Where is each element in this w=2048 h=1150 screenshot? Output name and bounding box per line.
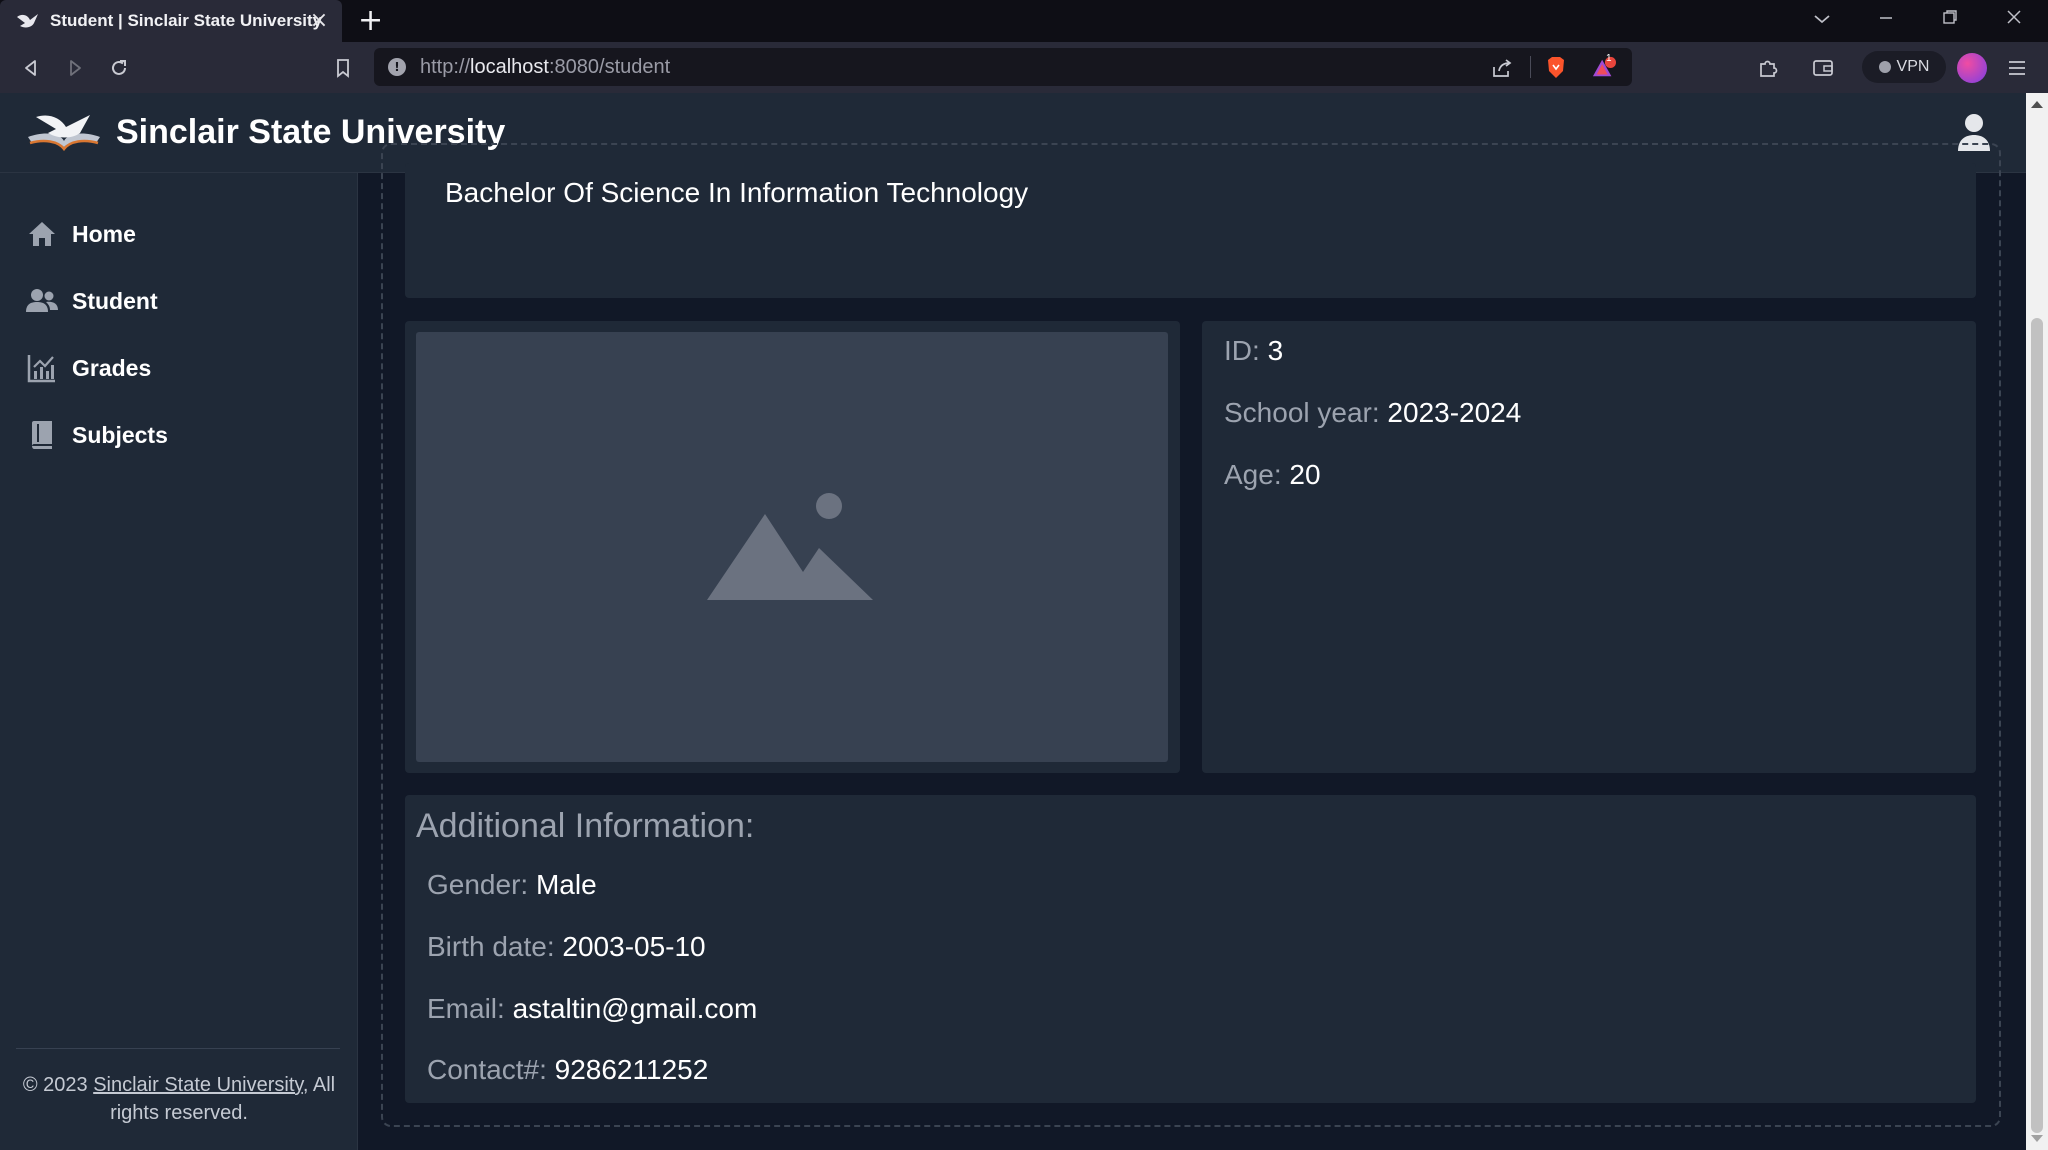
sidebar: Home Student Grades Subjects © 2023 Sinc… — [0, 173, 358, 1150]
rewards-icon[interactable]: 1 — [1592, 53, 1616, 80]
chart-icon — [26, 352, 58, 384]
bookmark-icon[interactable] — [328, 53, 358, 83]
book-icon — [26, 419, 58, 451]
tab-list-chevron-icon[interactable] — [1802, 6, 1842, 30]
student-gender: Gender: Male — [427, 869, 597, 900]
photo-card — [405, 321, 1180, 773]
profile-avatar[interactable] — [1957, 53, 1987, 83]
minimize-icon[interactable] — [1866, 6, 1906, 30]
vpn-status-icon — [1878, 61, 1891, 73]
rewards-badge: 1 — [1606, 53, 1612, 64]
student-age: Age: 20 — [1224, 459, 1321, 490]
reload-icon[interactable] — [104, 53, 134, 83]
footer-copyright: © 2023 — [22, 1074, 94, 1096]
browser-toolbar: ! http://localhost:8080/student 1 VPN — [0, 42, 2048, 93]
university-logo-icon[interactable] — [26, 107, 102, 155]
sidebar-item-subjects[interactable]: Subjects — [26, 413, 326, 457]
home-icon — [26, 218, 58, 250]
tab-close-icon[interactable]: × — [306, 8, 332, 34]
footer-university-link[interactable]: Sinclair State University — [93, 1074, 303, 1096]
image-placeholder-icon — [707, 493, 873, 600]
sidebar-item-home[interactable]: Home — [26, 212, 326, 256]
scroll-down-icon[interactable] — [2031, 1135, 2043, 1142]
vpn-label: VPN — [1896, 58, 1930, 75]
menu-icon[interactable] — [2002, 53, 2032, 83]
student-id: ID: 3 — [1224, 335, 1284, 366]
address-divider — [1530, 56, 1531, 78]
sidebar-item-student[interactable]: Student — [26, 279, 326, 323]
page-scrollbar[interactable] — [2026, 93, 2048, 1150]
browser-tab-active[interactable]: Student | Sinclair State University × — [0, 0, 342, 42]
address-bar[interactable]: ! http://localhost:8080/student 1 — [374, 48, 1632, 86]
share-icon[interactable] — [1490, 56, 1514, 80]
sidebar-footer: © 2023 Sinclair State University, All ri… — [16, 1071, 342, 1127]
back-icon[interactable] — [16, 53, 46, 83]
student-birth-date: Birth date: 2003-05-10 — [427, 931, 706, 962]
student-school-year: School year: 2023-2024 — [1224, 397, 1522, 428]
student-email: Email: astaltin@gmail.com — [427, 993, 758, 1024]
scroll-up-icon[interactable] — [2031, 101, 2043, 108]
university-bird-icon — [16, 10, 40, 32]
extensions-icon[interactable] — [1753, 53, 1783, 83]
additional-info-card: Additional Information: Gender: Male Bir… — [405, 795, 1976, 1103]
program-name: Bachelor Of Science In Information Techn… — [445, 177, 1029, 208]
brave-shield-icon[interactable] — [1544, 56, 1568, 80]
sidebar-item-grades[interactable]: Grades — [26, 346, 326, 390]
vpn-button[interactable]: VPN — [1862, 51, 1946, 83]
sidebar-item-label: Home — [72, 220, 136, 247]
student-info-card: ID: 3 School year: 2023-2024 Age: 20 — [1202, 321, 1976, 773]
wallet-icon[interactable] — [1808, 53, 1838, 83]
student-contact: Contact#: 9286211252 — [427, 1054, 709, 1085]
program-card: Bachelor Of Science In Information Techn… — [405, 163, 1976, 298]
restore-icon[interactable] — [1930, 6, 1970, 30]
sidebar-item-label: Subjects — [72, 421, 168, 448]
student-photo-placeholder — [416, 332, 1168, 762]
browser-tab-strip: Student | Sinclair State University × + — [0, 0, 2048, 42]
scroll-thumb[interactable] — [2031, 318, 2043, 1133]
site-info-icon[interactable]: ! — [388, 58, 406, 76]
sidebar-item-label: Student — [72, 287, 158, 314]
additional-info-title: Additional Information: — [416, 807, 755, 845]
sidebar-divider — [16, 1048, 340, 1049]
new-tab-button[interactable]: + — [358, 4, 383, 38]
forward-icon[interactable] — [60, 53, 90, 83]
sidebar-item-label: Grades — [72, 354, 152, 381]
main-content: Bachelor Of Science In Information Techn… — [359, 143, 2026, 1150]
tab-title: Student | Sinclair State University — [50, 11, 323, 30]
users-icon — [26, 285, 58, 317]
url-text: http://localhost:8080/student — [420, 56, 671, 78]
close-window-icon[interactable] — [1994, 6, 2034, 30]
